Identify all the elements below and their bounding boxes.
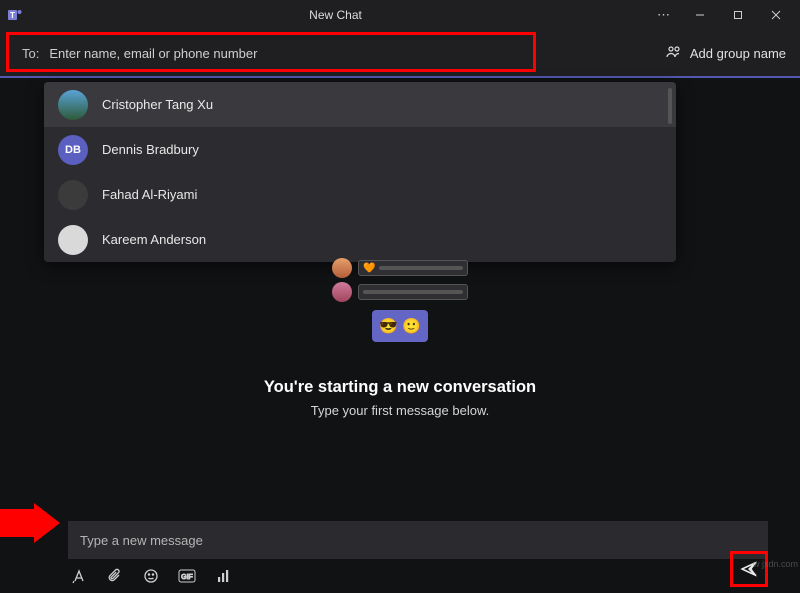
watermark: w jxdn.com (753, 559, 798, 569)
chat-bubble-1: 🧡 (358, 260, 468, 276)
titlebar: T New Chat ⋯ (0, 0, 800, 30)
format-icon[interactable] (70, 567, 88, 585)
message-input[interactable] (80, 533, 756, 548)
suggestion-item[interactable]: Cristopher Tang Xu (44, 82, 676, 127)
emoji-card: 😎 🙂 (372, 310, 428, 342)
empty-state-subtitle: Type your first message below. (311, 403, 489, 418)
svg-text:T: T (10, 11, 15, 20)
poll-icon[interactable] (214, 567, 232, 585)
gif-icon[interactable]: GIF (178, 567, 196, 585)
avatar: DB (58, 135, 88, 165)
add-group-name-button[interactable]: Add group name (666, 45, 786, 62)
to-input[interactable] (49, 46, 654, 61)
composer-toolbar: GIF (68, 559, 768, 585)
suggestion-name: Fahad Al-Riyami (102, 187, 197, 202)
avatar (332, 258, 352, 278)
illustration: 🧡 😎 🙂 (332, 258, 468, 342)
header-divider (0, 76, 800, 78)
minimize-button[interactable] (682, 0, 718, 30)
avatar (58, 180, 88, 210)
suggestion-item[interactable]: DB Dennis Bradbury (44, 127, 676, 172)
more-icon[interactable]: ⋯ (647, 7, 682, 23)
to-row: To: Add group name (0, 30, 800, 76)
teams-icon: T (6, 6, 24, 24)
avatar (332, 282, 352, 302)
to-label: To: (22, 46, 39, 61)
maximize-button[interactable] (720, 0, 756, 30)
window-title: New Chat (24, 8, 647, 22)
close-button[interactable] (758, 0, 794, 30)
group-icon (666, 45, 682, 62)
suggestion-name: Kareem Anderson (102, 232, 206, 247)
suggestion-scrollbar[interactable] (668, 88, 672, 124)
suggestion-item[interactable]: Fahad Al-Riyami (44, 172, 676, 217)
send-button[interactable] (730, 551, 768, 587)
composer: GIF (0, 521, 800, 593)
chat-bubble-2 (358, 284, 468, 300)
suggestion-item[interactable]: Kareem Anderson (44, 217, 676, 262)
empty-state: 🧡 😎 🙂 You're starting a new conversation… (0, 258, 800, 418)
emoji-icon[interactable] (142, 567, 160, 585)
attach-icon[interactable] (106, 567, 124, 585)
suggestion-dropdown: Cristopher Tang Xu DB Dennis Bradbury Fahad… (44, 82, 676, 262)
empty-state-title: You're starting a new conversation (264, 378, 536, 397)
avatar (58, 90, 88, 120)
suggestion-name: Cristopher Tang Xu (102, 97, 213, 112)
avatar (58, 225, 88, 255)
svg-text:GIF: GIF (181, 574, 193, 581)
window-controls (682, 0, 794, 30)
suggestion-name: Dennis Bradbury (102, 142, 199, 157)
message-input-container (68, 521, 768, 559)
add-group-label: Add group name (690, 46, 786, 61)
